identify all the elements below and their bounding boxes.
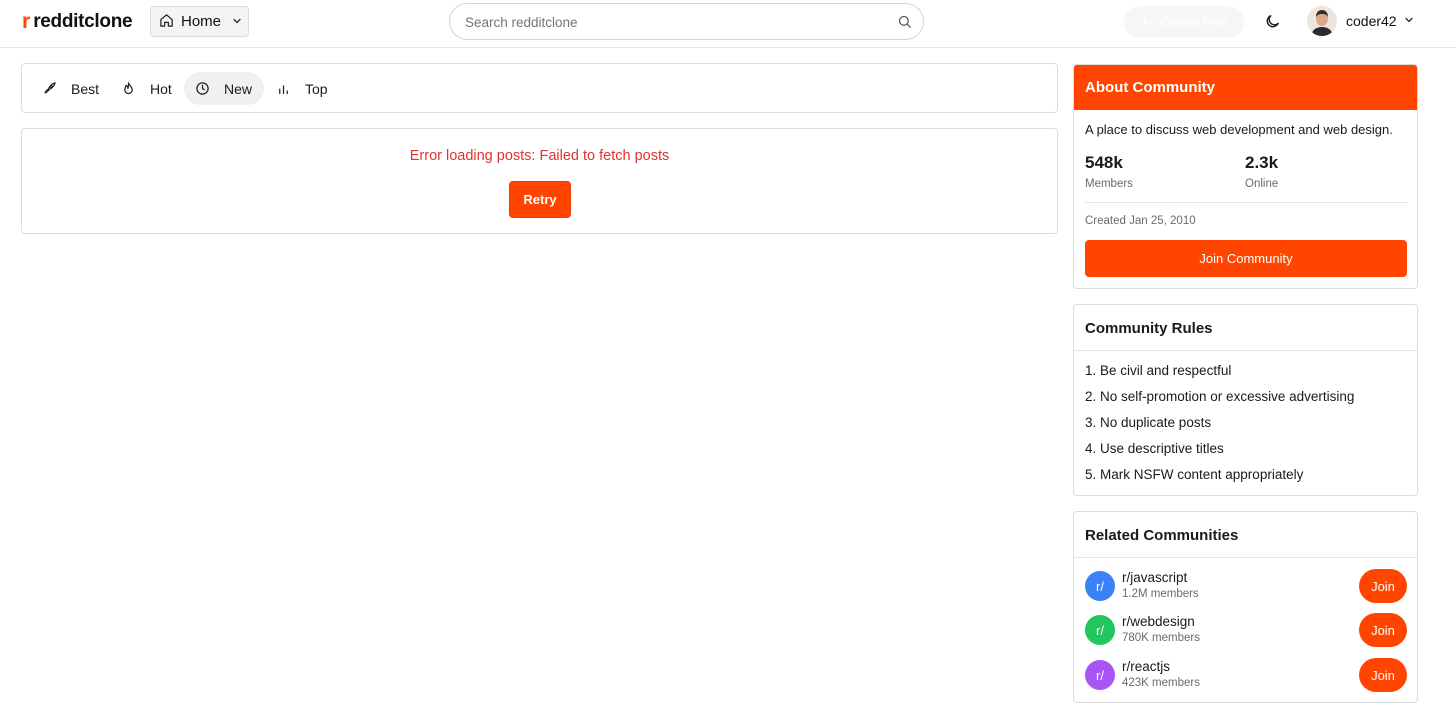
top-header: r redditclone Home Search redditclone + … (0, 0, 1456, 48)
create-post-label: Create Post (1159, 14, 1229, 30)
bar-chart-icon (276, 81, 291, 96)
join-button[interactable]: Join (1359, 613, 1407, 647)
rule-item: 1. Be civil and respectful (1085, 363, 1232, 378)
join-community-button[interactable]: Join Community (1085, 240, 1407, 277)
username: coder42 (1346, 13, 1397, 29)
sort-new[interactable]: New (184, 72, 264, 105)
rule-item: 2. No self-promotion or excessive advert… (1085, 389, 1355, 404)
sort-hot-label: Hot (150, 80, 172, 97)
search-icon[interactable] (897, 14, 912, 32)
members-label: Members (1085, 178, 1133, 190)
clock-icon (195, 81, 210, 96)
rule-item: 4. Use descriptive titles (1085, 441, 1224, 456)
sort-best[interactable]: Best (34, 72, 107, 105)
community-avatar: r/ (1085, 615, 1115, 645)
join-button[interactable]: Join (1359, 658, 1407, 692)
created-date: Created Jan 25, 2010 (1085, 215, 1196, 227)
online-label: Online (1245, 178, 1279, 190)
sort-top[interactable]: Top (268, 72, 336, 105)
about-community-title: About Community (1074, 65, 1417, 110)
create-post-button[interactable]: + Create Post (1124, 6, 1244, 38)
sort-bar: Best Hot New Top (21, 63, 1058, 113)
community-name[interactable]: r/javascript (1122, 570, 1187, 585)
error-message: Error loading posts: Failed to fetch pos… (409, 148, 670, 164)
plus-icon: + (1139, 12, 1150, 32)
related-community-javascript[interactable]: r/ r/javascript 1.2M members Join (1085, 568, 1407, 604)
sort-hot[interactable]: Hot (113, 72, 180, 105)
related-communities-title: Related Communities (1074, 512, 1417, 558)
related-community-reactjs[interactable]: r/ r/reactjs 423K members Join (1085, 657, 1407, 693)
members-stat: 548k Members (1085, 153, 1133, 190)
user-menu[interactable]: coder42 (1307, 6, 1415, 36)
logo-mark: r (22, 10, 31, 33)
chevron-down-icon (1403, 13, 1415, 29)
online-stat: 2.3k Online (1245, 153, 1278, 190)
posts-error-card: Error loading posts: Failed to fetch pos… (21, 128, 1058, 234)
moon-icon[interactable] (1264, 13, 1281, 33)
community-members: 423K members (1122, 677, 1200, 689)
rule-item: 3. No duplicate posts (1085, 415, 1212, 430)
rule-item: 5. Mark NSFW content appropriately (1085, 467, 1304, 482)
home-icon (159, 13, 174, 31)
home-dropdown[interactable]: Home (150, 6, 249, 37)
community-rules-title: Community Rules (1074, 305, 1417, 351)
logo-text: redditclone (33, 11, 133, 32)
community-members: 780K members (1122, 632, 1200, 644)
join-button[interactable]: Join (1359, 569, 1407, 603)
community-members: 1.2M members (1122, 588, 1199, 600)
about-community-card: About Community A place to discuss web d… (1073, 64, 1418, 289)
community-avatar: r/ (1085, 571, 1115, 601)
sort-top-label: Top (305, 80, 328, 97)
related-community-webdesign[interactable]: r/ r/webdesign 780K members Join (1085, 612, 1407, 648)
community-description: A place to discuss web development and w… (1085, 122, 1393, 137)
community-avatar: r/ (1085, 660, 1115, 690)
search-input[interactable]: Search redditclone (449, 3, 924, 40)
sort-best-label: Best (71, 80, 100, 97)
divider (1085, 202, 1407, 203)
home-dropdown-label: Home (181, 13, 222, 30)
retry-button[interactable]: Retry (509, 181, 571, 218)
community-name[interactable]: r/reactjs (1122, 659, 1170, 674)
members-count: 548k (1085, 153, 1123, 172)
logo[interactable]: r redditclone (22, 10, 133, 33)
community-name[interactable]: r/webdesign (1122, 614, 1195, 629)
related-communities-card: Related Communities r/ r/javascript 1.2M… (1073, 511, 1418, 703)
rocket-icon (42, 81, 57, 96)
chevron-down-icon (231, 14, 243, 30)
flame-icon (121, 81, 136, 96)
sort-new-label: New (224, 80, 253, 97)
online-count: 2.3k (1245, 153, 1279, 172)
search-placeholder: Search redditclone (465, 15, 578, 30)
avatar (1307, 6, 1337, 36)
community-rules-card: Community Rules 1. Be civil and respectf… (1073, 304, 1418, 496)
